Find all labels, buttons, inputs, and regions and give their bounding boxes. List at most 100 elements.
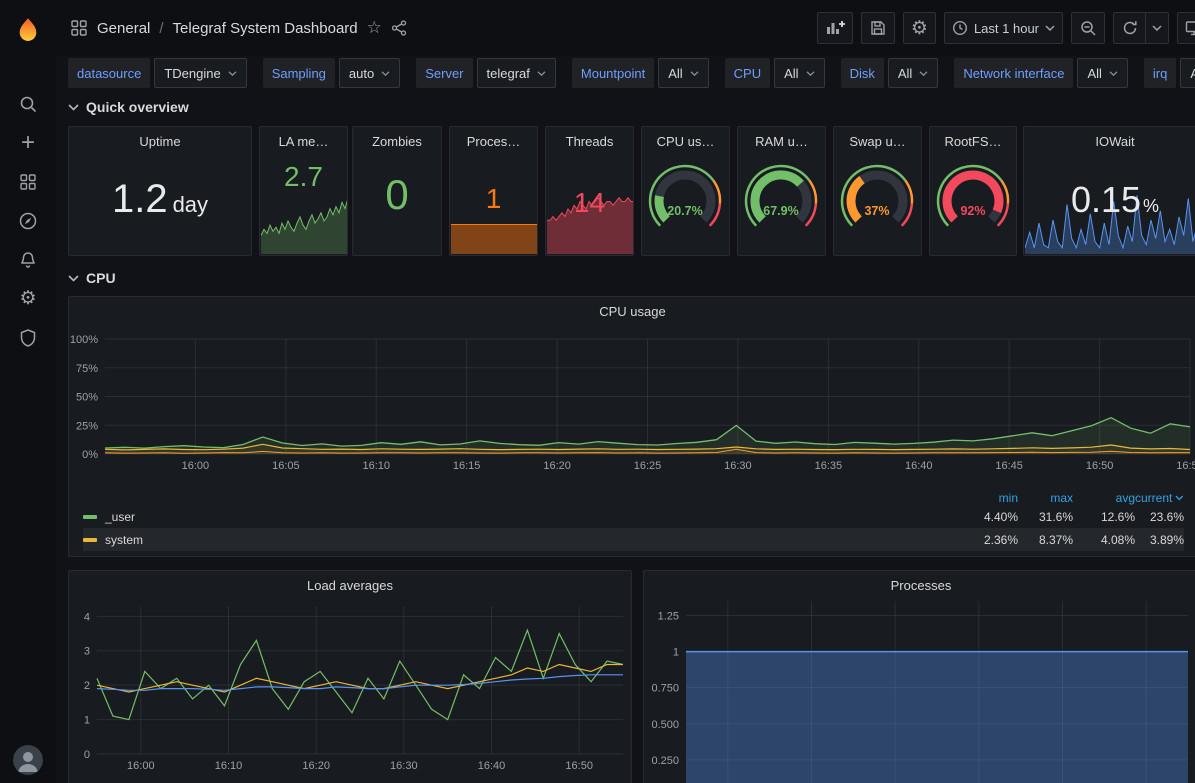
- sidebar-item-configuration[interactable]: ⚙: [0, 279, 56, 318]
- panel-title[interactable]: RAM u…: [738, 127, 825, 151]
- series-color-dash: [83, 515, 97, 519]
- legend-row: system 2.36% 8.37% 4.08% 3.89%: [83, 528, 1184, 551]
- variable-value-dropdown[interactable]: All: [1180, 58, 1195, 88]
- panel-title[interactable]: CPU us…: [642, 127, 729, 151]
- variable-cpu: CPU All: [725, 58, 825, 88]
- grafana-logo[interactable]: [0, 0, 56, 60]
- sidebar-item-server-admin[interactable]: [0, 318, 56, 357]
- sort-caret-icon: [1175, 495, 1184, 501]
- panel-iowait: IOWait 0.15 %: [1023, 126, 1195, 256]
- breadcrumb-separator: /: [159, 20, 163, 37]
- svg-text:16:50: 16:50: [565, 760, 593, 772]
- variable-value-dropdown[interactable]: telegraf: [477, 58, 556, 88]
- swap-used-gauge: 37%: [835, 157, 920, 239]
- save-dashboard-button[interactable]: [861, 12, 895, 44]
- variable-value-dropdown[interactable]: All: [774, 58, 824, 88]
- svg-text:3: 3: [84, 646, 90, 658]
- dashboard-settings-button[interactable]: ⚙: [903, 12, 936, 44]
- rootfs-used-gauge: 92%: [931, 157, 1016, 239]
- cycle-view-button[interactable]: [1177, 12, 1195, 44]
- time-range-picker[interactable]: Last 1 hour: [944, 12, 1063, 44]
- sidebar-item-explore[interactable]: [0, 201, 56, 240]
- refresh-button-group: [1113, 12, 1169, 44]
- sidebar-item-search[interactable]: [0, 84, 56, 123]
- svg-text:16:40: 16:40: [478, 760, 506, 772]
- cpu-usage-chart[interactable]: 16:0016:0516:1016:1516:2016:2516:3016:35…: [70, 323, 1195, 488]
- svg-text:1: 1: [673, 647, 679, 659]
- panel-title[interactable]: Zombies: [353, 127, 441, 151]
- monitor-icon: [1185, 20, 1195, 36]
- legend-sort-min[interactable]: min: [963, 491, 1018, 505]
- star-icon[interactable]: ☆: [367, 20, 382, 36]
- legend-sort-avg[interactable]: avg: [1073, 491, 1135, 505]
- panel-title[interactable]: IOWait: [1024, 127, 1195, 151]
- panel-load-averages: Load averages 16:0016:1016:2016:3016:401…: [68, 570, 632, 783]
- svg-text:37%: 37%: [864, 204, 889, 218]
- svg-text:67.9%: 67.9%: [763, 204, 798, 218]
- iowait-unit: %: [1143, 196, 1159, 217]
- legend-sort-current[interactable]: current: [1135, 491, 1184, 505]
- ram-used-gauge: 67.9%: [739, 157, 824, 239]
- variable-value-dropdown[interactable]: All: [888, 58, 938, 88]
- svg-text:1.25: 1.25: [658, 610, 679, 622]
- shield-icon: [18, 328, 38, 348]
- la-sparkline: [261, 188, 348, 254]
- processes-chart[interactable]: 0.2500.5000.75011.25: [646, 601, 1194, 783]
- variable-value-dropdown[interactable]: All: [658, 58, 708, 88]
- svg-text:20.7%: 20.7%: [667, 204, 702, 218]
- chevron-down-icon: [537, 71, 546, 76]
- panel-title[interactable]: Threads: [546, 127, 633, 151]
- panel-title[interactable]: Uptime: [69, 127, 251, 151]
- variable-label: Disk: [841, 58, 884, 88]
- sidebar-item-alerting[interactable]: [0, 240, 56, 279]
- variable-label: Sampling: [263, 58, 335, 88]
- panel-cpu-usage: CPU usage 16:0016:0516:1016:1516:2016:25…: [68, 296, 1195, 557]
- legend-sort-max[interactable]: max: [1018, 491, 1073, 505]
- panel-title[interactable]: Load averages: [69, 571, 631, 595]
- chevron-down-icon: [1045, 25, 1055, 31]
- zoom-out-button[interactable]: [1071, 12, 1105, 44]
- svg-text:16:35: 16:35: [815, 460, 843, 472]
- chevron-down-icon: [381, 71, 390, 76]
- panel-ram-used-gauge: RAM u… 67.9%: [737, 126, 826, 256]
- svg-text:1: 1: [84, 715, 90, 727]
- series-name[interactable]: system: [105, 533, 143, 547]
- svg-text:92%: 92%: [960, 204, 985, 218]
- svg-text:100%: 100%: [70, 334, 98, 346]
- panel-title[interactable]: Processes: [644, 571, 1195, 595]
- svg-text:50%: 50%: [76, 392, 98, 404]
- section-cpu[interactable]: CPU: [68, 270, 116, 286]
- avatar-icon: [13, 745, 43, 775]
- variable-disk: Disk All: [841, 58, 939, 88]
- share-icon[interactable]: [391, 20, 407, 36]
- refresh-interval-dropdown[interactable]: [1145, 12, 1169, 44]
- variable-value-dropdown[interactable]: auto: [339, 58, 400, 88]
- legend-row: 0.626% 4.11% 1.19% 1.24%: [83, 551, 1184, 557]
- dashboard-icon: [70, 19, 88, 37]
- refresh-button[interactable]: [1113, 12, 1145, 44]
- panel-title[interactable]: Proces…: [450, 127, 537, 151]
- panel-title[interactable]: CPU usage: [69, 297, 1195, 321]
- grafana-logo-icon: [14, 16, 42, 44]
- chevron-down-icon: [1152, 25, 1162, 31]
- clock-icon: [952, 20, 968, 36]
- panel-title[interactable]: Swap u…: [834, 127, 921, 151]
- svg-text:16:10: 16:10: [362, 460, 390, 472]
- series-name[interactable]: _user: [105, 510, 135, 524]
- section-quick-overview[interactable]: Quick overview: [68, 99, 189, 115]
- user-avatar[interactable]: [13, 745, 43, 775]
- load-averages-chart[interactable]: 16:0016:1016:2016:3016:4016:5001234: [71, 601, 631, 781]
- variable-value-dropdown[interactable]: TDengine: [154, 58, 246, 88]
- panel-title[interactable]: LA me…: [260, 127, 347, 151]
- panel-title[interactable]: RootFS…: [930, 127, 1016, 151]
- uptime-value: 1.2: [112, 177, 168, 222]
- svg-text:16:40: 16:40: [905, 460, 933, 472]
- svg-text:16:30: 16:30: [724, 460, 752, 472]
- chevron-down-icon: [1109, 71, 1118, 76]
- breadcrumb-folder[interactable]: General: [97, 20, 150, 37]
- add-panel-button[interactable]: [817, 12, 853, 44]
- sidebar-item-create[interactable]: +: [0, 123, 56, 162]
- sidebar-item-dashboards[interactable]: [0, 162, 56, 201]
- variable-value-dropdown[interactable]: All: [1077, 58, 1127, 88]
- svg-text:16:50: 16:50: [1086, 460, 1114, 472]
